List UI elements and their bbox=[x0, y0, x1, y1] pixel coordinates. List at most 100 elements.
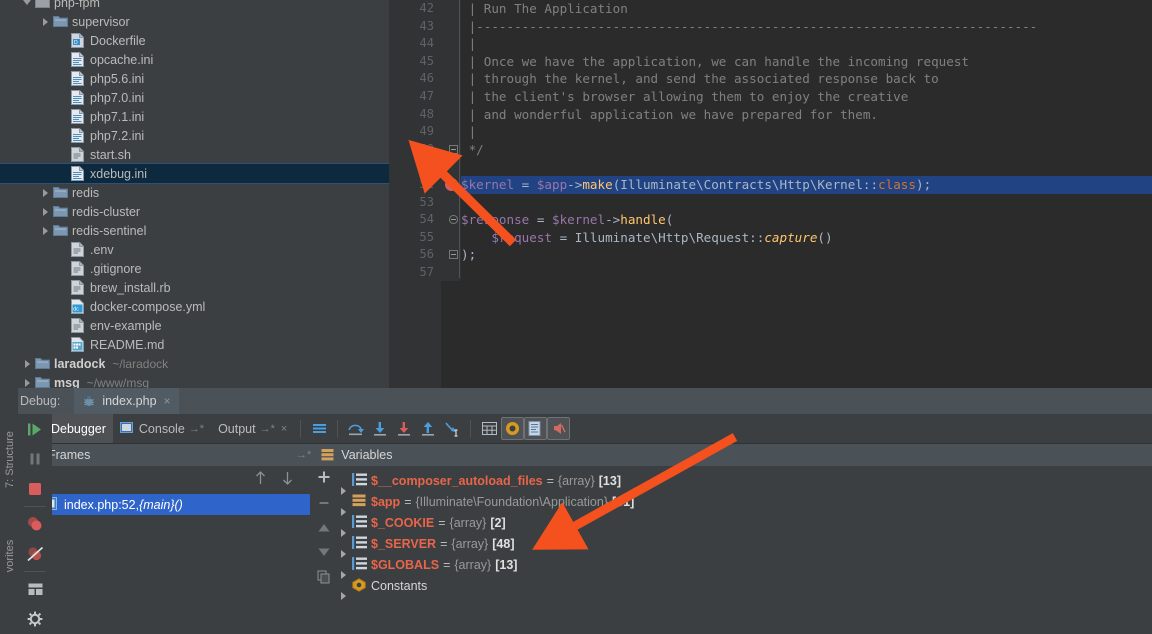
breakpoint-icon[interactable] bbox=[445, 178, 458, 191]
code-line[interactable]: */ bbox=[461, 141, 1152, 159]
debug-session-tab[interactable]: index.php × bbox=[74, 388, 179, 414]
project-tree[interactable]: php-fpm supervisor D Dockerfile opcache.ini p… bbox=[0, 0, 389, 388]
mute-breakpoints-icon[interactable] bbox=[18, 539, 52, 569]
move-up-icon[interactable] bbox=[317, 522, 331, 537]
stop-icon[interactable] bbox=[18, 474, 52, 504]
code-editor[interactable]: 4243444546474849505152535455565758596061… bbox=[389, 0, 1152, 388]
tree-item-php7-2-ini[interactable]: php7.2.ini bbox=[0, 126, 389, 145]
tab-console[interactable]: Console →* bbox=[113, 414, 211, 443]
chevron-right-icon[interactable] bbox=[40, 225, 51, 236]
chevron-down-icon[interactable] bbox=[22, 0, 33, 8]
detach-icon[interactable]: →* bbox=[189, 423, 204, 435]
arrow-down-icon[interactable] bbox=[281, 471, 294, 488]
arrow-up-icon[interactable] bbox=[254, 470, 267, 488]
chevron-right-icon[interactable] bbox=[40, 206, 51, 217]
mute-icon[interactable] bbox=[547, 417, 571, 440]
layout-icon[interactable] bbox=[18, 574, 52, 604]
tree-item-msg[interactable]: msg ~/www/msg bbox=[0, 373, 389, 388]
variable-row[interactable]: $GLOBALS = {array} [13] bbox=[338, 554, 1152, 579]
tree-item-start-sh[interactable]: start.sh bbox=[0, 145, 389, 164]
code-line[interactable]: | bbox=[461, 123, 1152, 141]
tree-item-php7-0-ini[interactable]: php7.0.ini bbox=[0, 88, 389, 107]
svg-text:D: D bbox=[74, 40, 78, 46]
step-into-icon[interactable] bbox=[368, 417, 392, 441]
tree-item-php7-1-ini[interactable]: php7.1.ini bbox=[0, 107, 389, 126]
code-line[interactable]: $response = $kernel->handle( bbox=[461, 211, 1152, 229]
tree-item-xdebug-ini[interactable]: xdebug.ini bbox=[0, 163, 389, 184]
run-to-cursor-icon[interactable] bbox=[440, 417, 464, 441]
tree-item-redis-cluster[interactable]: redis-cluster bbox=[0, 202, 389, 221]
tree-item-redis-sentinel[interactable]: redis-sentinel bbox=[0, 221, 389, 240]
variable-row[interactable]: $_SERVER = {array} [48] bbox=[338, 533, 1152, 558]
tree-item--gitignore[interactable]: .gitignore bbox=[0, 259, 389, 278]
tree-item-opcache-ini[interactable]: opcache.ini bbox=[0, 50, 389, 69]
code-line[interactable] bbox=[461, 158, 1152, 176]
step-out-icon[interactable] bbox=[416, 417, 440, 441]
rail-label-favorites[interactable]: vorites bbox=[4, 528, 16, 584]
variable-row[interactable]: $app = {Illuminate\Foundation\Application}… bbox=[338, 491, 1152, 516]
evaluate-expression-icon[interactable] bbox=[477, 417, 501, 441]
rail-label-structure[interactable]: 7: Structure bbox=[4, 431, 16, 488]
chevron-right-icon[interactable] bbox=[40, 187, 51, 198]
move-down-icon[interactable] bbox=[317, 546, 331, 561]
code-line[interactable]: |---------------------------------------… bbox=[461, 18, 1152, 36]
code-line[interactable] bbox=[461, 264, 1152, 282]
debug-panes-header: Frames →* Variables bbox=[0, 444, 1152, 466]
tree-item-label: php7.2.ini bbox=[90, 128, 145, 143]
fold-marker-open-icon[interactable] bbox=[449, 215, 458, 225]
code-line[interactable]: | Once we have the application, we can h… bbox=[461, 53, 1152, 71]
close-icon[interactable]: × bbox=[281, 423, 287, 435]
step-over-icon[interactable] bbox=[344, 417, 368, 441]
tree-item-brew-install-rb[interactable]: brew_install.rb bbox=[0, 278, 389, 297]
tab-output[interactable]: Output →* × bbox=[211, 414, 294, 443]
detach-icon[interactable]: →* bbox=[296, 449, 311, 461]
code-line[interactable]: | the client's browser allowing them to … bbox=[461, 88, 1152, 106]
code-line[interactable]: | and wonderful application we have prep… bbox=[461, 106, 1152, 124]
pause-program-icon[interactable] bbox=[18, 444, 52, 474]
tree-item-label: Dockerfile bbox=[90, 33, 146, 48]
tree-item-php-fpm[interactable]: php-fpm bbox=[0, 0, 389, 12]
variable-row[interactable]: $_COOKIE = {array} [2] bbox=[338, 512, 1152, 537]
tree-item-readme-md[interactable]: README.md bbox=[0, 335, 389, 354]
chevron-right-icon[interactable] bbox=[22, 377, 33, 388]
code-line[interactable]: $kernel = $app->make(Illuminate\Contract… bbox=[461, 175, 1152, 194]
code-line[interactable]: | Run The Application bbox=[461, 0, 1152, 18]
variable-row[interactable]: Constants bbox=[338, 575, 1152, 600]
settings-icon[interactable] bbox=[18, 604, 52, 634]
settings-gear-icon[interactable] bbox=[501, 417, 525, 440]
view-breakpoints-icon[interactable] bbox=[18, 509, 52, 539]
tree-item-laradock[interactable]: laradock ~/laradock bbox=[0, 354, 389, 373]
fold-marker-icon[interactable] bbox=[449, 144, 458, 154]
show-execution-point-icon[interactable] bbox=[307, 417, 331, 441]
code-line[interactable]: $request = Illuminate\Http\Request::capt… bbox=[461, 229, 1152, 247]
tree-item-php5-6-ini[interactable]: php5.6.ini bbox=[0, 69, 389, 88]
resume-program-icon[interactable] bbox=[18, 414, 52, 444]
variables-pane: $__composer_autoload_files = {array} [13] $a… bbox=[310, 466, 1152, 607]
force-step-into-icon[interactable] bbox=[392, 417, 416, 441]
variable-row[interactable]: $__composer_autoload_files = {array} [13] bbox=[338, 470, 1152, 495]
fold-marker-close-icon[interactable] bbox=[449, 250, 458, 260]
chevron-right-icon[interactable] bbox=[22, 358, 33, 369]
close-icon[interactable]: × bbox=[164, 394, 171, 408]
code-line[interactable]: | bbox=[461, 35, 1152, 53]
add-watch-icon[interactable] bbox=[317, 470, 331, 487]
variables-list[interactable]: $__composer_autoload_files = {array} [13] $a… bbox=[338, 466, 1152, 607]
tree-item-supervisor[interactable]: supervisor bbox=[0, 12, 389, 31]
variable-name: $__composer_autoload_files bbox=[371, 473, 543, 488]
tab-debugger[interactable]: Debugger bbox=[44, 414, 113, 443]
detach-icon[interactable]: →* bbox=[260, 423, 275, 435]
code-line[interactable]: ); bbox=[461, 246, 1152, 264]
remove-watch-icon[interactable] bbox=[317, 496, 331, 513]
tree-item-env-example[interactable]: env-example bbox=[0, 316, 389, 335]
script-icon[interactable] bbox=[524, 417, 548, 440]
tree-item-redis[interactable]: redis bbox=[0, 183, 389, 202]
chevron-right-icon[interactable] bbox=[40, 16, 51, 27]
copy-value-icon[interactable] bbox=[317, 570, 331, 587]
tree-item--env[interactable]: .env bbox=[0, 240, 389, 259]
tree-item-dockerfile[interactable]: D Dockerfile bbox=[0, 31, 389, 50]
code-line[interactable]: | through the kernel, and send the assoc… bbox=[461, 70, 1152, 88]
code-line[interactable] bbox=[461, 194, 1152, 212]
tree-item-docker-compose-yml[interactable]: dc docker-compose.yml bbox=[0, 297, 389, 316]
object-icon bbox=[352, 494, 367, 509]
yaml-file-icon: dc bbox=[71, 299, 86, 314]
